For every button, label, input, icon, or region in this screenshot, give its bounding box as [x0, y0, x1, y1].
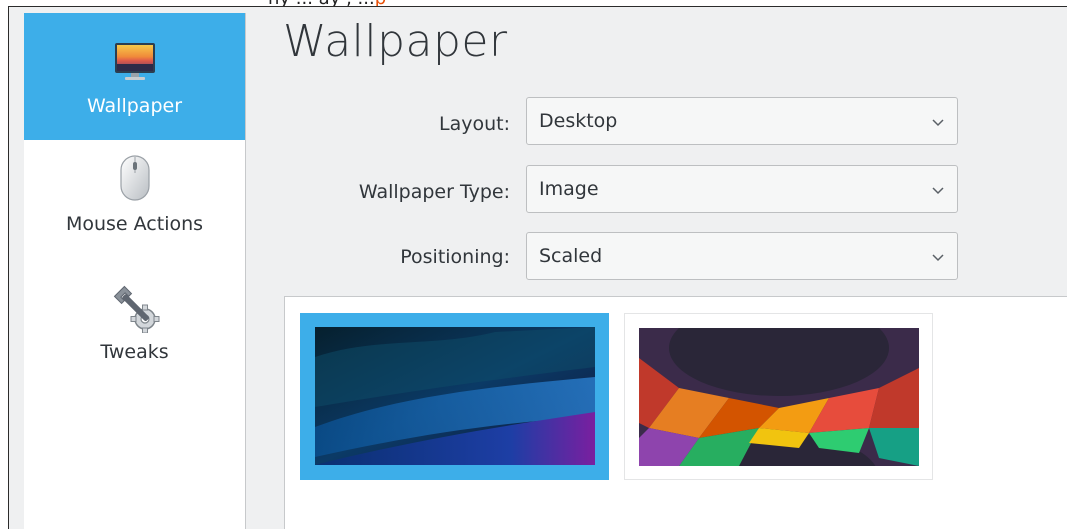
sidebar-item-wallpaper[interactable]: Wallpaper [24, 13, 245, 140]
wallpaper-thumbnail-blue-waves[interactable] [300, 313, 609, 480]
chevron-down-icon [932, 119, 944, 127]
wallpaper-type-label: Wallpaper Type: [358, 181, 510, 203]
sidebar-item-mouse-actions[interactable]: Mouse Actions [24, 153, 245, 273]
wallpaper-image [639, 328, 919, 466]
sidebar-item-label: Wallpaper [86, 95, 183, 117]
layout-label: Layout: [439, 113, 510, 135]
wrench-gear-icon [113, 285, 159, 333]
monitor-wallpaper-icon [114, 43, 155, 80]
wallpaper-type-value: Image [539, 178, 599, 200]
positioning-value: Scaled [539, 245, 603, 267]
sidebar: Wallpaper Mouse Actions Tweaks [24, 13, 246, 529]
page-title: Wallpaper [283, 16, 508, 67]
wallpaper-image [315, 327, 595, 465]
positioning-select[interactable]: Scaled [526, 232, 958, 280]
positioning-label: Positioning: [400, 246, 510, 268]
sidebar-item-label: Mouse Actions [65, 213, 204, 235]
wallpaper-type-select[interactable]: Image [526, 165, 958, 213]
wallpaper-thumbnail-colorful-polygons[interactable] [624, 313, 933, 480]
layout-value: Desktop [539, 110, 618, 132]
layout-select[interactable]: Desktop [526, 97, 958, 145]
mouse-icon [119, 155, 150, 201]
sidebar-item-tweaks[interactable]: Tweaks [24, 281, 245, 391]
sidebar-item-label: Tweaks [100, 341, 169, 363]
chevron-down-icon [932, 254, 944, 262]
chevron-down-icon [932, 187, 944, 195]
